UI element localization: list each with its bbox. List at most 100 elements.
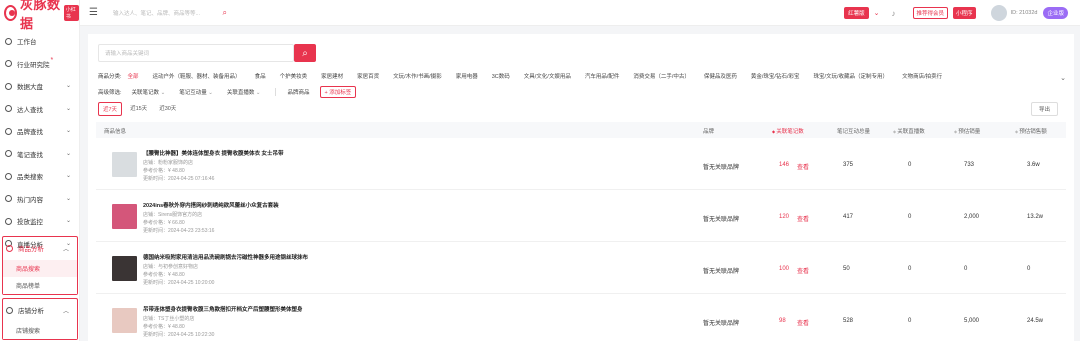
notes-cell: 100	[779, 266, 790, 272]
product-name[interactable]: 【腰臀比神器】美体连体塑身衣 提臀收腹美体衣 女士吊带	[143, 149, 284, 157]
sales-cell: 2,000	[964, 214, 980, 220]
chevron-down-icon[interactable]: ⌄	[874, 9, 880, 17]
add-tag-button[interactable]: + 添加标签	[319, 86, 357, 98]
product-shop: 店铺：Sirens服饰官方的店	[143, 212, 203, 218]
category-item[interactable]: 文物商店/拍卖行	[902, 72, 942, 80]
product-name[interactable]: 德国纳米吸附家用清洁用品洗碗刷锅去污磁性神器多用途钢丝球抹布	[143, 253, 308, 261]
brand-cell: 暂无关联品牌	[703, 269, 740, 275]
category-item[interactable]: 珠宝/文玩/收藏品（定制专用）	[814, 72, 889, 80]
bell-icon[interactable]: ♪	[892, 9, 896, 18]
sidebar-sub-goods-search[interactable]: 商品搜索	[3, 259, 77, 277]
category-item[interactable]: 3C数码	[492, 72, 510, 80]
sidebar-item[interactable]: 投放监控 ⌄	[0, 210, 79, 233]
sidebar-sub-shop-search[interactable]: 店铺搜索	[3, 321, 77, 339]
gmv-cell: 3.6w	[1027, 162, 1040, 168]
nav-icon	[5, 37, 12, 45]
table-row[interactable]: 德国纳米吸附家用清洁用品洗碗刷锅去污磁性神器多用途钢丝球抹布 店铺：与初参创意好物…	[96, 242, 1066, 294]
table-row[interactable]: 吊带连体塑身衣提臀收腹三角款搭扣开档女产后塑腰塑形美体塑身 店铺：TS丁丝小塑的店…	[96, 294, 1066, 341]
product-name[interactable]: 2024ins春秋外穿内搭网纱刺绣纯欲风蕾丝小众复古套装	[143, 201, 279, 209]
sidebar-item[interactable]: 达人查找 ⌄	[0, 98, 79, 121]
category-item[interactable]: 家用电器	[456, 72, 478, 80]
sidebar-item-label: 达人查找	[17, 106, 43, 114]
sidebar-item[interactable]: 数据大盘 ⌄	[0, 75, 79, 98]
col-notes-sort[interactable]: 关联笔记数	[772, 127, 804, 135]
table-row[interactable]: 2024ins春秋外穿内搭网纱刺绣纯欲风蕾丝小众复古套装 店铺：Sirens服饰官…	[96, 190, 1066, 242]
menu-toggle-icon[interactable]: ☰	[89, 7, 98, 18]
sidebar-item[interactable]: 笔记查找 ⌄	[0, 143, 79, 166]
search-icon[interactable]: ⌕	[222, 8, 226, 18]
search-icon: ⌕	[302, 47, 308, 59]
category-item[interactable]: 文玩/木作/书画/摄影	[393, 72, 442, 80]
avatar[interactable]	[990, 5, 1007, 21]
product-shop: 店铺：粉粉家服饰的店	[143, 160, 194, 166]
sidebar-item[interactable]: 行业研究院 *	[0, 53, 79, 76]
sidebar-item[interactable]: 品牌查找 ⌄	[0, 120, 79, 143]
export-button[interactable]: 导出	[1030, 102, 1058, 116]
logo[interactable]: 灰豚数据 小红书	[0, 0, 79, 31]
category-item[interactable]: 家居建材	[321, 72, 343, 80]
sidebar-item[interactable]: 品类搜索 ⌄	[0, 165, 79, 188]
lives-cell: 0	[908, 214, 912, 220]
tab-7-days[interactable]: 近7天	[98, 102, 123, 116]
view-link[interactable]: 查看	[797, 162, 809, 171]
product-shop: 店铺：TS丁丝小塑的店	[143, 316, 195, 322]
product-name[interactable]: 吊带连体塑身衣提臀收腹三角款搭扣开档女产后塑腰塑形美体塑身	[143, 305, 303, 313]
category-item[interactable]: 家居百货	[357, 72, 379, 80]
category-item[interactable]: 消费交易（二手/中古）	[633, 72, 690, 80]
top-search-placeholder: 输入达人、笔记、品牌、商品等等...	[112, 10, 201, 17]
product-thumbnail[interactable]	[112, 308, 137, 333]
col-gmv-sort[interactable]: 预估销售额	[1015, 127, 1047, 135]
version-chip[interactable]: 红薯版	[844, 7, 869, 19]
category-item[interactable]: 文具/文化/文娱用品	[524, 72, 571, 80]
product-thumbnail[interactable]	[112, 152, 137, 177]
col-lives-sort[interactable]: 关联直播数	[893, 127, 925, 135]
sidebar-item-label: 行业研究院	[17, 61, 50, 69]
sidebar-item-label: 品牌查找	[17, 129, 43, 137]
category-item[interactable]: 汽车用品/配件	[585, 72, 620, 80]
user-id: ID: 21032d	[1010, 10, 1038, 16]
col-interact[interactable]: 笔记互动总量	[837, 127, 870, 135]
chevron-down-icon: ⌄	[65, 150, 71, 157]
product-search-input[interactable]: 请输入商品关键词	[98, 44, 294, 62]
col-brand: 品牌	[703, 129, 715, 135]
filter-lives-select[interactable]: 关联直播数	[227, 88, 261, 96]
notes-cell: 146	[779, 162, 790, 168]
goods-icon	[6, 244, 13, 252]
search-row: 请输入商品关键词 ⌕	[98, 44, 316, 62]
sidebar-item-goods-analysis[interactable]: 商品分析 ︿	[3, 237, 77, 260]
view-link[interactable]: 查看	[797, 266, 809, 275]
product-thumbnail[interactable]	[112, 204, 137, 229]
view-link[interactable]: 查看	[797, 318, 809, 327]
col-sales-sort[interactable]: 预估销量	[954, 127, 980, 135]
category-item[interactable]: 全部	[128, 72, 139, 80]
category-item[interactable]: 黄金/珠宝/钻石/彩宝	[751, 72, 800, 80]
product-thumbnail[interactable]	[112, 256, 137, 281]
view-link[interactable]: 查看	[797, 214, 809, 223]
vip-badge[interactable]: 企业版	[1043, 7, 1068, 19]
interact-cell: 375	[843, 162, 854, 168]
category-item[interactable]: 个护美妆类	[280, 72, 308, 80]
invite-button[interactable]: 推荐得会员	[912, 7, 949, 19]
chevron-down-icon[interactable]: ⌄	[1060, 74, 1066, 82]
sidebar-item[interactable]: 热门内容 ⌄	[0, 188, 79, 211]
product-price: 参考价格：¥ 48.80	[143, 168, 185, 174]
top-search-input[interactable]: 输入达人、笔记、品牌、商品等等... ⌕	[110, 6, 230, 20]
sidebar-item[interactable]: 工作台	[0, 30, 79, 53]
tab-30-days[interactable]: 近30天	[155, 102, 180, 116]
tab-15-days[interactable]: 近15天	[126, 102, 151, 116]
mini-program-button[interactable]: 小程序	[953, 7, 976, 19]
brand-goods-toggle[interactable]: 品牌商品	[288, 88, 310, 96]
sidebar-sub-goods-ranking[interactable]: 商品榜单	[3, 276, 77, 294]
filter-interact-select[interactable]: 笔记互动量	[179, 88, 213, 96]
category-item[interactable]: 食品	[255, 72, 266, 80]
chevron-up-icon: ︿	[62, 309, 69, 315]
goods-analysis-group: 商品分析 ︿ 商品搜索 商品榜单	[2, 236, 78, 295]
search-button[interactable]: ⌕	[294, 44, 316, 62]
table-row[interactable]: 【腰臀比神器】美体连体塑身衣 提臀收腹美体衣 女士吊带 店铺：粉粉家服饰的店 参考价…	[96, 138, 1066, 190]
category-item[interactable]: 保健品及医药	[704, 72, 737, 80]
chevron-down-icon: ⌄	[65, 195, 71, 202]
gmv-cell: 0	[1027, 266, 1031, 272]
filter-notes-select[interactable]: 关联笔记数	[132, 88, 166, 96]
category-item[interactable]: 运动户外（鞋服、器材、装备用品）	[153, 72, 241, 80]
sidebar-item-shop-analysis[interactable]: 店铺分析 ︿	[3, 299, 77, 322]
